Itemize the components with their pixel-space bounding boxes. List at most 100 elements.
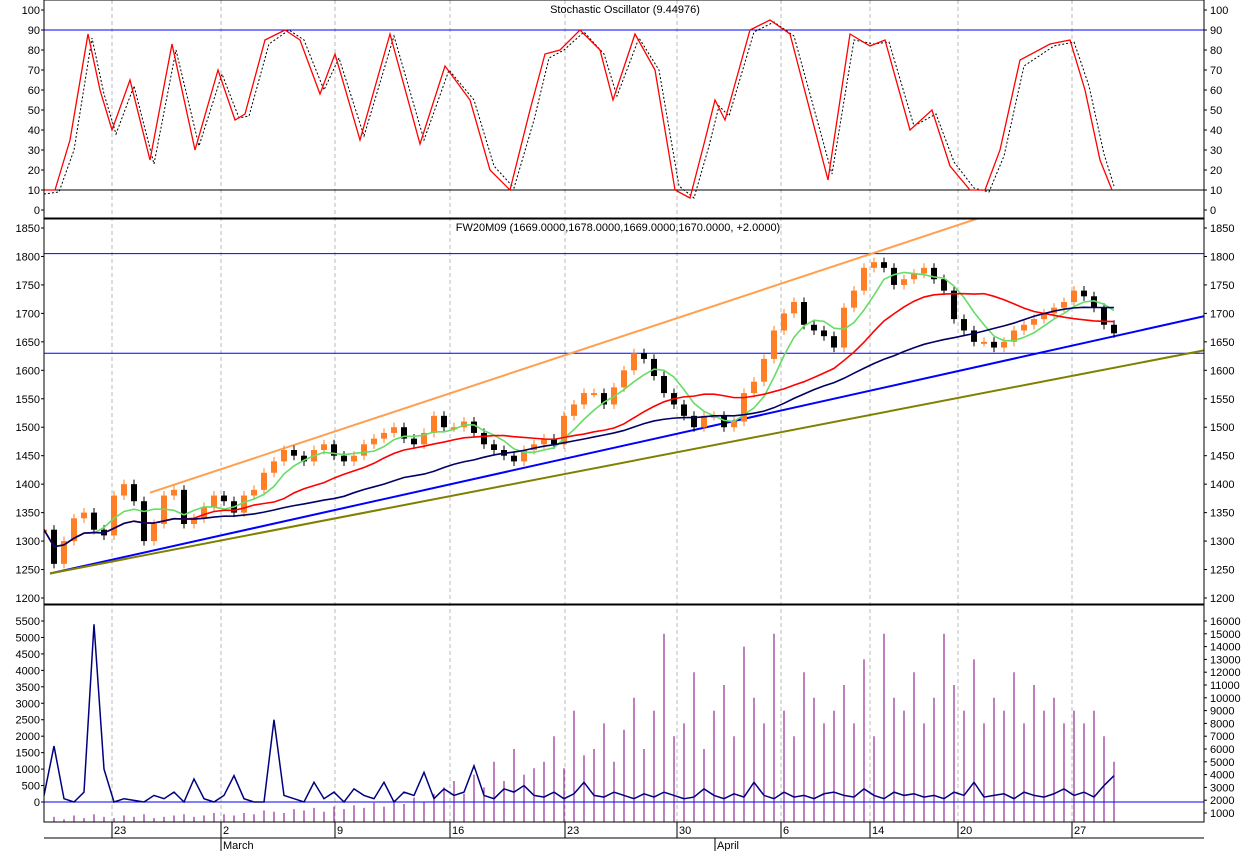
candle-body bbox=[151, 524, 157, 542]
stoch-y-tick-label: 10 bbox=[28, 185, 40, 197]
stoch-y-tick-label: 0 bbox=[34, 205, 40, 217]
candle-body bbox=[351, 455, 357, 462]
candle-body bbox=[661, 376, 667, 394]
stoch-y-right-tick-label: 100 bbox=[1210, 5, 1228, 17]
x-tick-label: 23 bbox=[567, 825, 579, 837]
candle-body bbox=[861, 267, 867, 291]
price-y-tick-label: 1700 bbox=[16, 308, 40, 320]
oi-y-tick-label: 3500 bbox=[16, 682, 40, 694]
x-tick-label: 9 bbox=[337, 825, 343, 837]
stoch-y-right-tick-label: 10 bbox=[1210, 185, 1222, 197]
volume-y-tick-label: 6000 bbox=[1210, 744, 1234, 756]
volume-y-tick-label: 12000 bbox=[1210, 667, 1241, 679]
candle-body bbox=[1031, 319, 1037, 325]
candle-body bbox=[681, 404, 687, 416]
price-y-tick-label: 1250 bbox=[16, 565, 40, 577]
candle-body bbox=[921, 267, 927, 274]
stoch-y-right-tick-label: 20 bbox=[1210, 165, 1222, 177]
candle-body bbox=[791, 302, 797, 314]
candle-body bbox=[811, 324, 817, 331]
candle-body bbox=[951, 290, 957, 320]
stochastic-title: Stochastic Oscillator (9.44976) bbox=[550, 4, 700, 16]
candle-body bbox=[141, 501, 147, 542]
futures-chart: 0102030405060708090100010203040506070809… bbox=[0, 0, 1250, 851]
price-y-tick-label: 1850 bbox=[16, 223, 40, 235]
oi-y-tick-label: 4000 bbox=[16, 665, 40, 677]
price-title: FW20M09 (1669.0000,1678.0000,1669.0000,1… bbox=[456, 222, 780, 234]
x-tick-label: 16 bbox=[452, 825, 464, 837]
volume-y-tick-label: 14000 bbox=[1210, 642, 1241, 654]
stoch-y-right-tick-label: 0 bbox=[1210, 205, 1216, 217]
background bbox=[0, 0, 1250, 851]
stoch-y-right-tick-label: 90 bbox=[1210, 25, 1222, 37]
candle-body bbox=[581, 393, 587, 405]
candle-body bbox=[411, 438, 417, 445]
volume-y-tick-label: 7000 bbox=[1210, 731, 1234, 743]
candle-body bbox=[491, 444, 497, 450]
price-y-tick-label: 1800 bbox=[16, 251, 40, 263]
x-tick-label: 2 bbox=[223, 825, 229, 837]
x-tick-label: 6 bbox=[783, 825, 789, 837]
stoch-y-tick-label: 60 bbox=[28, 85, 40, 97]
candle-body bbox=[321, 444, 327, 450]
candle-body bbox=[731, 421, 737, 428]
oi-y-tick-label: 1000 bbox=[16, 764, 40, 776]
candle-body bbox=[941, 279, 947, 291]
stoch-y-right-tick-label: 80 bbox=[1210, 45, 1222, 57]
oi-y-tick-label: 500 bbox=[22, 781, 40, 793]
price-y-right-tick-label: 1700 bbox=[1210, 308, 1234, 320]
candle-body bbox=[251, 489, 257, 496]
candle-body bbox=[781, 313, 787, 331]
volume-y-tick-label: 9000 bbox=[1210, 706, 1234, 718]
x-tick-label: 30 bbox=[679, 825, 691, 837]
candle-body bbox=[81, 512, 87, 519]
candle-body bbox=[801, 302, 807, 325]
month-label: March bbox=[223, 840, 254, 851]
price-y-right-tick-label: 1850 bbox=[1210, 223, 1234, 235]
x-tick-label: 23 bbox=[114, 825, 126, 837]
candle-body bbox=[1071, 290, 1077, 302]
candle-body bbox=[281, 450, 287, 462]
volume-y-tick-label: 10000 bbox=[1210, 693, 1241, 705]
volume-y-tick-label: 13000 bbox=[1210, 654, 1241, 666]
volume-y-tick-label: 1000 bbox=[1210, 808, 1234, 820]
candle-body bbox=[431, 415, 437, 433]
candle-body bbox=[981, 341, 987, 344]
candle-body bbox=[651, 358, 657, 376]
oi-y-tick-label: 1500 bbox=[16, 748, 40, 760]
x-tick-label: 20 bbox=[960, 825, 972, 837]
stoch-y-tick-label: 30 bbox=[28, 145, 40, 157]
volume-y-tick-label: 15000 bbox=[1210, 629, 1241, 641]
candle-body bbox=[261, 472, 267, 490]
price-y-right-tick-label: 1450 bbox=[1210, 451, 1234, 463]
candle-body bbox=[991, 341, 997, 348]
candle-body bbox=[901, 279, 907, 285]
candle-body bbox=[511, 455, 517, 462]
stoch-y-tick-label: 20 bbox=[28, 165, 40, 177]
candle-body bbox=[821, 330, 827, 337]
candle-body bbox=[631, 353, 637, 371]
price-y-right-tick-label: 1250 bbox=[1210, 565, 1234, 577]
oi-y-tick-label: 0 bbox=[34, 797, 40, 809]
candle-body bbox=[751, 381, 757, 394]
candle-body bbox=[761, 358, 767, 382]
candle-body bbox=[831, 336, 837, 348]
price-y-right-tick-label: 1500 bbox=[1210, 422, 1234, 434]
volume-y-tick-label: 2000 bbox=[1210, 795, 1234, 807]
candle-body bbox=[481, 432, 487, 445]
price-y-right-tick-label: 1600 bbox=[1210, 365, 1234, 377]
stoch-y-right-tick-label: 30 bbox=[1210, 145, 1222, 157]
price-y-tick-label: 1400 bbox=[16, 479, 40, 491]
candle-body bbox=[871, 262, 877, 268]
candle-body bbox=[621, 370, 627, 388]
price-y-right-tick-label: 1300 bbox=[1210, 536, 1234, 548]
price-y-right-tick-label: 1550 bbox=[1210, 394, 1234, 406]
candle-body bbox=[1101, 307, 1107, 325]
candle-body bbox=[121, 484, 127, 496]
price-y-right-tick-label: 1650 bbox=[1210, 337, 1234, 349]
price-y-tick-label: 1600 bbox=[16, 365, 40, 377]
volume-y-tick-label: 5000 bbox=[1210, 757, 1234, 769]
stoch-y-right-tick-label: 50 bbox=[1210, 105, 1222, 117]
volume-y-tick-label: 16000 bbox=[1210, 616, 1241, 628]
candle-body bbox=[391, 427, 397, 433]
